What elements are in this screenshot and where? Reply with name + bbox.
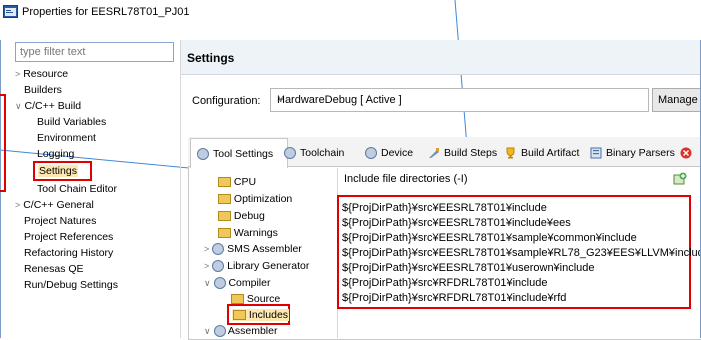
include-dir-row[interactable]: ${ProjDirPath}¥src¥EESRL78T01¥include — [342, 202, 547, 214]
tool-tree-debug[interactable]: Debug — [218, 210, 265, 222]
binary-parsers-icon — [590, 147, 602, 159]
nav-item-refactoring-history[interactable]: Refactoring History — [24, 247, 113, 259]
trophy-icon — [506, 147, 515, 159]
chevron-down-icon: ∨ — [277, 94, 285, 105]
folder-icon — [218, 177, 231, 188]
nav-item-resource[interactable]: > Resource — [15, 68, 68, 80]
tool-tree-includes[interactable]: Includes — [227, 304, 290, 325]
tool-tree-cpu[interactable]: CPU — [218, 176, 256, 188]
collapse-arrow-icon[interactable]: ∨ — [204, 326, 211, 336]
include-dir-row[interactable]: ${ProjDirPath}¥src¥EESRL78T01¥include¥ee… — [342, 217, 571, 229]
expand-arrow-icon[interactable]: > — [204, 261, 209, 271]
include-dir-row[interactable]: ${ProjDirPath}¥src¥EESRL78T01¥sample¥com… — [342, 232, 637, 244]
tab-tool-settings[interactable]: Tool Settings — [190, 138, 288, 168]
tab-toolchain[interactable]: Toolchain — [284, 140, 344, 166]
expand-arrow-icon[interactable]: > — [15, 200, 20, 210]
nav-item-logging[interactable]: Logging — [37, 148, 74, 160]
build-steps-icon — [429, 148, 439, 158]
tool-tree-optimization[interactable]: Optimization — [218, 193, 292, 205]
properties-window-icon — [3, 5, 18, 18]
tool-settings-icon — [197, 147, 209, 160]
error-icon — [680, 147, 692, 159]
nav-item-tool-chain-editor[interactable]: Tool Chain Editor — [37, 183, 117, 195]
tool-tree-compiler[interactable]: ∨ Compiler — [204, 277, 270, 290]
include-dir-row[interactable]: ${ProjDirPath}¥src¥RFDRL78T01¥include¥rf… — [342, 292, 566, 304]
nav-item-project-references[interactable]: Project References — [24, 231, 113, 243]
include-dir-row[interactable]: ${ProjDirPath}¥src¥EESRL78T01¥sample¥RL7… — [342, 247, 701, 259]
folder-icon — [218, 211, 231, 222]
folder-icon — [218, 228, 231, 239]
nav-item-build-variables[interactable]: Build Variables — [37, 116, 106, 128]
nav-item-renesas-qe[interactable]: Renesas QE — [24, 263, 84, 275]
folder-icon — [218, 194, 231, 205]
page-header: Settings — [181, 40, 701, 75]
nav-item-run-debug-settings[interactable]: Run/Debug Settings — [24, 279, 118, 291]
tool-icon — [213, 325, 226, 338]
nav-item-builders[interactable]: Builders — [24, 84, 62, 96]
nav-item-cpp-general[interactable]: > C/C++ General — [15, 199, 94, 211]
add-include-icon[interactable] — [673, 172, 687, 186]
tool-tree-assembler[interactable]: ∨ Assembler — [204, 325, 277, 338]
expand-arrow-icon[interactable]: > — [204, 244, 209, 254]
splitter[interactable] — [180, 40, 181, 338]
collapse-arrow-icon[interactable]: ∨ — [15, 101, 22, 111]
tab-binary-parsers[interactable]: Binary Parsers — [590, 140, 675, 166]
folder-icon — [231, 294, 244, 305]
tab-device[interactable]: Device — [365, 140, 413, 166]
expand-arrow-icon[interactable]: > — [15, 69, 20, 79]
configuration-label: Configuration: — [192, 95, 261, 107]
tool-tree-library-generator[interactable]: > Library Generator — [204, 260, 309, 273]
page-title: Settings — [187, 51, 235, 65]
folder-icon — [233, 310, 246, 321]
filter-input[interactable]: type filter text — [15, 42, 174, 62]
include-dir-row[interactable]: ${ProjDirPath}¥src¥RFDRL78T01¥include — [342, 277, 547, 289]
collapse-arrow-icon[interactable]: ∨ — [204, 278, 211, 288]
filter-placeholder: type filter text — [20, 46, 86, 58]
tool-icon — [213, 277, 226, 290]
annotation-mark — [0, 94, 6, 192]
nav-item-project-natures[interactable]: Project Natures — [24, 215, 96, 227]
include-dirs-header: Include file directories (-I) — [338, 168, 701, 190]
nav-item-cpp-build[interactable]: ∨ C/C++ Build — [15, 100, 81, 112]
tool-icon — [212, 260, 225, 273]
configuration-select[interactable]: HardwareDebug [ Active ] ∨ — [270, 88, 649, 112]
device-icon — [365, 147, 377, 159]
toolchain-icon — [284, 147, 296, 159]
nav-item-environment[interactable]: Environment — [37, 132, 96, 144]
tab-build-steps[interactable]: Build Steps — [428, 140, 497, 166]
include-dir-row[interactable]: ${ProjDirPath}¥src¥EESRL78T01¥userown¥in… — [342, 262, 595, 274]
tool-tree-sms-assembler[interactable]: > SMS Assembler — [204, 243, 302, 256]
tool-tree-warnings[interactable]: Warnings — [218, 227, 278, 239]
tool-icon — [212, 243, 225, 256]
tab-build-artifact[interactable]: Build Artifact — [504, 140, 579, 166]
nav-item-settings[interactable]: Settings — [33, 161, 92, 181]
window-title: Properties for EESRL78T01_PJ01 — [22, 6, 190, 18]
manage-configurations-button[interactable]: Manage — [652, 88, 701, 112]
include-dirs-label: Include file directories (-I) — [344, 173, 468, 185]
include-dirs-list[interactable]: ${ProjDirPath}¥src¥EESRL78T01¥include ${… — [337, 195, 701, 309]
